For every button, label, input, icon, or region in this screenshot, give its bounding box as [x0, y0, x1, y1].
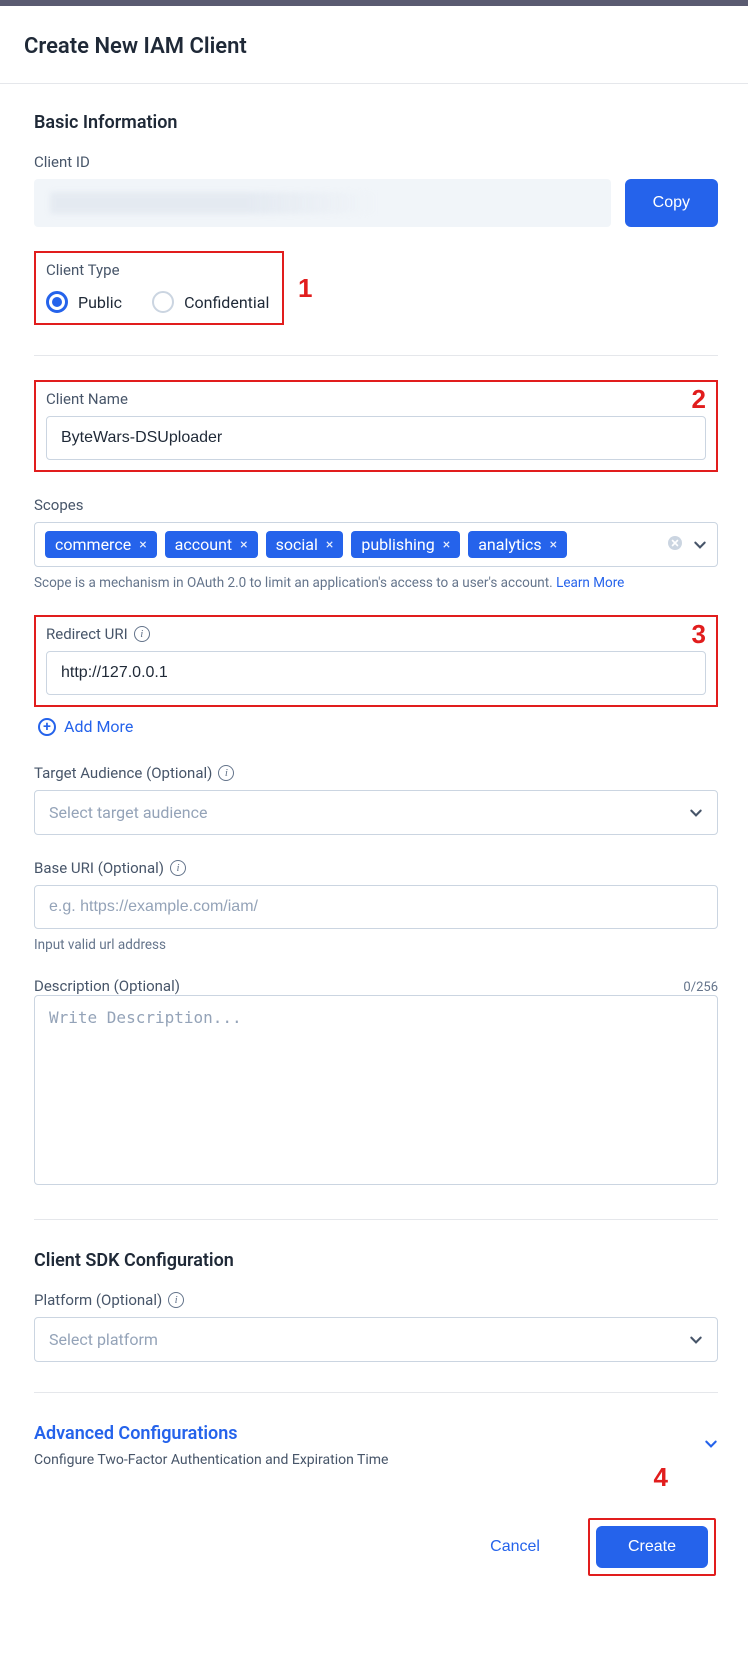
dialog-title: Create New IAM Client — [0, 6, 748, 84]
client-id-label: Client ID — [34, 153, 718, 171]
description-textarea[interactable] — [34, 995, 718, 1185]
remove-tag-icon[interactable]: × — [326, 537, 333, 553]
clear-all-icon[interactable] — [667, 535, 683, 555]
field-description: Description (Optional) 0/256 — [34, 977, 718, 1189]
remove-tag-icon[interactable]: × — [240, 537, 247, 553]
redbox-redirect-uri: 3 Redirect URI — [34, 615, 718, 707]
info-icon[interactable] — [168, 1292, 184, 1308]
base-uri-helper: Input valid url address — [34, 937, 718, 953]
annotation-3: 3 — [692, 619, 706, 650]
redacted-id — [50, 192, 380, 214]
field-scopes: Scopes commerce× account× social× publis… — [34, 496, 718, 591]
radio-icon — [152, 291, 174, 313]
base-uri-input[interactable] — [34, 885, 718, 929]
info-icon[interactable] — [170, 860, 186, 876]
scopes-helper: Scope is a mechanism in OAuth 2.0 to lim… — [34, 575, 718, 591]
section-basic-info: Basic Information — [34, 112, 718, 133]
field-target-audience: Target Audience (Optional) Select target… — [34, 764, 718, 835]
client-name-label: Client Name — [46, 390, 706, 408]
platform-label: Platform (Optional) — [34, 1291, 718, 1309]
radio-public-label: Public — [78, 293, 122, 312]
plus-icon — [38, 718, 56, 736]
scopes-input[interactable]: commerce× account× social× publishing× a… — [34, 522, 718, 567]
chevron-down-icon — [704, 1437, 718, 1451]
description-label: Description (Optional) — [34, 977, 180, 995]
redbox-client-name: 2 Client Name — [34, 380, 718, 472]
add-more-button[interactable]: Add More — [38, 717, 133, 736]
chevron-down-icon — [689, 1333, 703, 1347]
annotation-4: 4 — [654, 1462, 668, 1493]
field-client-id: Client ID Copy — [34, 153, 718, 227]
chevron-down-icon[interactable] — [693, 538, 707, 552]
annotation-1: 1 — [298, 273, 312, 304]
remove-tag-icon[interactable]: × — [139, 537, 146, 553]
dialog-footer: 4 Cancel Create — [0, 1468, 748, 1576]
info-icon[interactable] — [134, 626, 150, 642]
advanced-subtitle: Configure Two-Factor Authentication and … — [34, 1452, 388, 1468]
client-name-input[interactable] — [46, 416, 706, 460]
section-sdk: Client SDK Configuration — [34, 1250, 718, 1271]
remove-tag-icon[interactable]: × — [550, 537, 557, 553]
scopes-label: Scopes — [34, 496, 718, 514]
tag-analytics[interactable]: analytics× — [468, 531, 567, 558]
radio-icon — [46, 291, 68, 313]
cancel-button[interactable]: Cancel — [462, 1526, 568, 1568]
redirect-uri-input[interactable] — [46, 651, 706, 695]
advanced-config-toggle[interactable]: Advanced Configurations Configure Two-Fa… — [34, 1423, 718, 1468]
radio-confidential[interactable]: Confidential — [152, 291, 269, 313]
target-audience-label: Target Audience (Optional) — [34, 764, 718, 782]
copy-button[interactable]: Copy — [625, 179, 718, 227]
redirect-uri-label: Redirect URI — [46, 625, 706, 643]
platform-select[interactable]: Select platform — [34, 1317, 718, 1362]
info-icon[interactable] — [218, 765, 234, 781]
remove-tag-icon[interactable]: × — [443, 537, 450, 553]
redbox-create: Create — [588, 1518, 716, 1576]
client-id-value — [34, 179, 611, 227]
redbox-client-type: Client Type Public Confidential — [34, 251, 284, 325]
create-button[interactable]: Create — [596, 1526, 708, 1568]
learn-more-link[interactable]: Learn More — [556, 575, 624, 591]
field-base-uri: Base URI (Optional) Input valid url addr… — [34, 859, 718, 953]
tag-account[interactable]: account× — [165, 531, 258, 558]
tag-commerce[interactable]: commerce× — [45, 531, 157, 558]
tag-social[interactable]: social× — [266, 531, 344, 558]
chevron-down-icon — [689, 806, 703, 820]
base-uri-label: Base URI (Optional) — [34, 859, 718, 877]
radio-public[interactable]: Public — [46, 291, 122, 313]
description-count: 0/256 — [683, 980, 718, 995]
client-type-label: Client Type — [46, 261, 272, 279]
field-platform: Platform (Optional) Select platform — [34, 1291, 718, 1362]
target-audience-select[interactable]: Select target audience — [34, 790, 718, 835]
annotation-2: 2 — [692, 384, 706, 415]
tag-publishing[interactable]: publishing× — [351, 531, 460, 558]
advanced-title: Advanced Configurations — [34, 1423, 388, 1444]
radio-confidential-label: Confidential — [184, 293, 269, 312]
